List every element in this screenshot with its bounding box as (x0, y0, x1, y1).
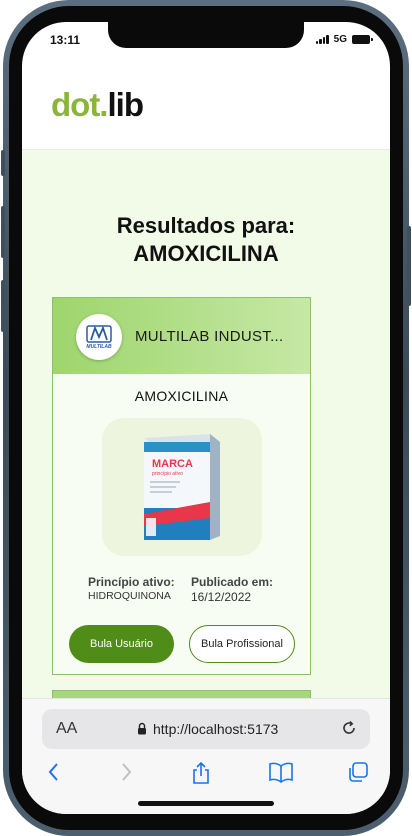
active-ingredient-label: Princípio ativo: (88, 575, 175, 589)
home-indicator (138, 801, 274, 806)
medicine-card: MULTILAB MULTILAB INDUST... AMOXICILINA (52, 297, 311, 675)
active-ingredient: Princípio ativo: HIDROQUINONA (88, 575, 175, 602)
multilab-emblem-icon (86, 324, 112, 343)
power-button (407, 226, 411, 306)
phone-screen: 13:11 5G dot.lib Resultados para: AMOXIC… (22, 22, 390, 814)
browser-bar: AA http://localhost:5173 (22, 698, 390, 814)
card-header: MULTILAB MULTILAB INDUST... (53, 298, 310, 374)
text-size-label: AA (56, 720, 78, 737)
active-ingredient-value: HIDROQUINONA (88, 590, 171, 602)
package-subtitle-text: princípio ativo (152, 471, 183, 477)
bookmarks-icon[interactable] (268, 761, 294, 788)
results-title: Resultados para: AMOXICILINA (22, 212, 390, 268)
reload-icon[interactable] (340, 719, 358, 742)
status-indicators: 5G (315, 34, 373, 45)
results-title-label: Resultados para: (116, 213, 296, 238)
next-medicine-card[interactable] (52, 690, 311, 698)
app-header: dot.lib (22, 66, 390, 150)
share-icon[interactable] (190, 761, 212, 790)
network-type: 5G (333, 34, 347, 45)
manufacturer-name: MULTILAB INDUST... (135, 328, 284, 345)
volume-up-button (1, 206, 5, 258)
product-image: MARCA princípio ativo (102, 418, 262, 556)
lock-icon (137, 722, 147, 740)
back-icon[interactable] (46, 761, 62, 788)
volume-down-button (1, 280, 5, 332)
tabs-icon[interactable] (347, 761, 369, 788)
mute-switch (1, 150, 5, 176)
bula-profissional-button[interactable]: Bula Profissional (189, 625, 295, 663)
status-time: 13:11 (50, 33, 81, 47)
published-date: Publicado em: 16/12/2022 (191, 575, 273, 604)
text-size-button[interactable]: AA (56, 720, 77, 738)
logo-lib-text: lib (107, 86, 143, 123)
signal-icon (315, 35, 329, 44)
browser-toolbar (22, 761, 390, 791)
logo-dot-text: dot. (51, 86, 108, 123)
manufacturer-logo: MULTILAB (76, 314, 122, 360)
medicine-package-image: MARCA princípio ativo (144, 434, 220, 540)
main-content: Resultados para: AMOXICILINA MULTILAB MU… (22, 150, 390, 698)
address-bar[interactable]: AA http://localhost:5173 (42, 709, 370, 749)
published-value: 16/12/2022 (191, 590, 252, 604)
forward-icon[interactable] (118, 761, 134, 788)
dotlib-logo[interactable]: dot.lib (51, 86, 144, 123)
manufacturer-logo-text: MULTILAB (86, 343, 112, 350)
url-text: http://localhost:5173 (153, 721, 279, 737)
battery-icon (352, 35, 373, 44)
package-brand-text: MARCA (152, 458, 193, 470)
results-search-term: AMOXICILINA (133, 241, 279, 266)
bula-usuario-button[interactable]: Bula Usuário (69, 625, 174, 663)
published-label: Publicado em: (191, 575, 274, 589)
notch (108, 22, 304, 48)
drug-name: AMOXICILINA (134, 388, 229, 404)
